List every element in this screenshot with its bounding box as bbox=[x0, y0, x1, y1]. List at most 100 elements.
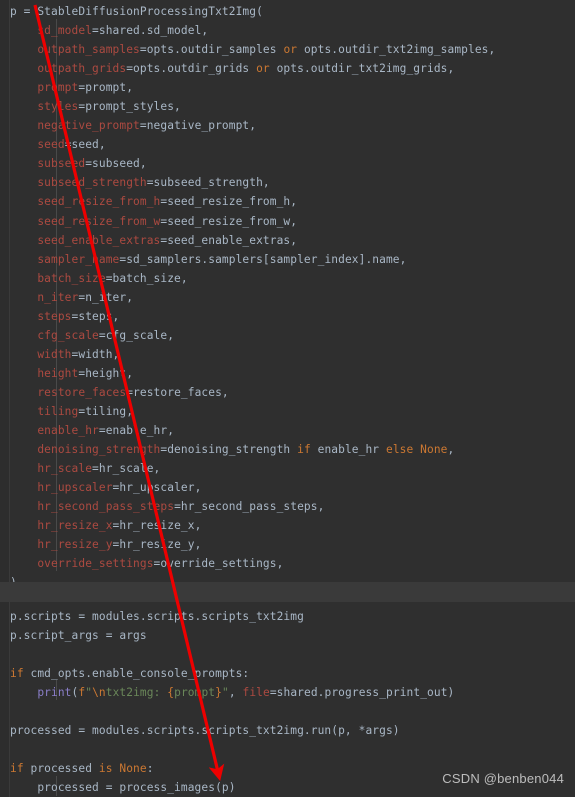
code-token: opts.outdir_txt2img_grids, bbox=[269, 62, 455, 76]
code-token-kwarg: enable_hr bbox=[37, 424, 99, 438]
code-token-kwarg: denoising_strength bbox=[37, 443, 161, 457]
code-token-kwarg: seed_resize_from_w bbox=[37, 214, 161, 228]
code-token-kwarg: seed_resize_from_h bbox=[37, 195, 161, 209]
code-line: seed_resize_from_h=seed_resize_from_h, bbox=[10, 192, 575, 211]
code-line: cfg_scale=cfg_scale, bbox=[10, 326, 575, 345]
code-line: steps=steps, bbox=[10, 307, 575, 326]
code-token: =n_iter, bbox=[78, 290, 134, 304]
code-token: , bbox=[447, 443, 455, 457]
code-line: processed = modules.scripts.scripts_txt2… bbox=[10, 721, 575, 740]
code-token-kwarg: tiling bbox=[37, 404, 79, 418]
code-line: hr_second_pass_steps=hr_second_pass_step… bbox=[10, 497, 575, 516]
code-token: =prompt, bbox=[78, 81, 134, 95]
code-line: negative_prompt=negative_prompt, bbox=[10, 116, 575, 135]
code-token-kwarg: batch_size bbox=[37, 271, 106, 285]
code-line: override_settings=override_settings, bbox=[10, 554, 575, 573]
code-token-kwarg: subseed_strength bbox=[37, 176, 147, 190]
code-token: processed = process_images(p) bbox=[10, 781, 236, 795]
code-token: p = StableDiffusionProcessingTxt2Img( bbox=[10, 5, 263, 18]
code-line: seed_enable_extras=seed_enable_extras, bbox=[10, 231, 575, 250]
code-token-kwarg: file bbox=[242, 686, 270, 700]
code-token: =prompt_styles, bbox=[78, 100, 181, 114]
code-token: , bbox=[228, 686, 243, 700]
code-text-bottom[interactable]: p.scripts = modules.scripts.scripts_txt2… bbox=[10, 602, 575, 797]
code-token: =hr_second_pass_steps, bbox=[174, 500, 325, 514]
code-token-kwarg: n_iter bbox=[37, 290, 79, 304]
code-token: =width, bbox=[71, 347, 120, 361]
code-token-escape: \n bbox=[92, 686, 106, 700]
code-line: print(f"\ntxt2img: {prompt}", file=share… bbox=[10, 683, 575, 702]
code-line: width=width, bbox=[10, 345, 575, 364]
code-token-kwarg: hr_scale bbox=[37, 462, 93, 476]
code-line: outpath_grids=opts.outdir_grids or opts.… bbox=[10, 59, 575, 78]
code-token: =seed_resize_from_h, bbox=[160, 195, 298, 209]
code-token: =shared.progress_print_out) bbox=[269, 686, 455, 700]
code-line: hr_upscaler=hr_upscaler, bbox=[10, 478, 575, 497]
code-token-kwarg: hr_resize_y bbox=[37, 538, 113, 552]
code-line: sampler_name=sd_samplers.samplers[sample… bbox=[10, 250, 575, 269]
code-token-keyword: or bbox=[283, 43, 298, 57]
code-screenshot: p = StableDiffusionProcessingTxt2Img( sd… bbox=[0, 0, 575, 797]
editor-gutter-bottom bbox=[0, 602, 10, 797]
code-token: : bbox=[146, 762, 154, 776]
code-token: =override_settings, bbox=[153, 557, 284, 571]
code-token: =cfg_scale, bbox=[98, 328, 175, 342]
code-token: =hr_resize_y, bbox=[112, 538, 202, 552]
code-token-keyword: or bbox=[256, 62, 270, 76]
code-line: subseed_strength=subseed_strength, bbox=[10, 173, 575, 192]
watermark-text: CSDN @benben044 bbox=[442, 771, 564, 786]
code-line: n_iter=n_iter, bbox=[10, 288, 575, 307]
code-token: =shared.sd_model, bbox=[92, 24, 209, 38]
code-token-string: " bbox=[221, 686, 229, 700]
code-line: if cmd_opts.enable_console_prompts: bbox=[10, 664, 575, 683]
code-token-kwarg: subseed bbox=[37, 157, 86, 171]
code-token-keyword: if bbox=[10, 762, 24, 776]
code-token: =opts.outdir_samples bbox=[139, 43, 284, 57]
code-line: hr_resize_y=hr_resize_y, bbox=[10, 535, 575, 554]
code-token-function: print bbox=[37, 686, 72, 700]
code-token-kwarg: hr_second_pass_steps bbox=[37, 500, 175, 514]
code-token: =denoising_strength bbox=[160, 443, 298, 457]
code-token-string: prompt bbox=[174, 686, 216, 700]
code-line: p.scripts = modules.scripts.scripts_txt2… bbox=[10, 607, 575, 626]
code-token: p.script_args = args bbox=[10, 629, 147, 643]
code-token-kwarg: styles bbox=[37, 100, 79, 114]
code-token-kwarg: outpath_grids bbox=[37, 62, 127, 76]
code-line: sd_model=shared.sd_model, bbox=[10, 21, 575, 40]
code-token-keyword: if bbox=[297, 443, 311, 457]
pane-separator bbox=[0, 582, 575, 602]
code-line: seed=seed, bbox=[10, 135, 575, 154]
code-token: =negative_prompt, bbox=[139, 119, 257, 133]
code-token: =opts.outdir_grids bbox=[126, 62, 257, 76]
code-token: =hr_resize_x, bbox=[112, 519, 202, 533]
code-token: =tiling, bbox=[78, 404, 134, 418]
code-token: =hr_upscaler, bbox=[112, 481, 202, 495]
code-pane-bottom[interactable]: p.scripts = modules.scripts.scripts_txt2… bbox=[0, 602, 575, 797]
code-text-top[interactable]: p = StableDiffusionProcessingTxt2Img( sd… bbox=[10, 0, 575, 589]
code-token-keyword: if bbox=[10, 667, 24, 681]
code-token-kwarg: sampler_name bbox=[37, 252, 120, 266]
code-token: =steps, bbox=[71, 309, 120, 323]
code-token: =restore_faces, bbox=[126, 385, 229, 399]
code-token-kwarg: cfg_scale bbox=[37, 328, 99, 342]
code-line: p = StableDiffusionProcessingTxt2Img( bbox=[10, 2, 575, 21]
code-line: tiling=tiling, bbox=[10, 402, 575, 421]
editor-gutter-top bbox=[0, 0, 10, 582]
code-token-keyword: else bbox=[385, 443, 414, 457]
code-token-kwarg: seed_enable_extras bbox=[37, 233, 161, 247]
code-token: =batch_size, bbox=[105, 271, 188, 285]
code-token: =seed, bbox=[64, 138, 106, 152]
code-token: =hr_scale, bbox=[92, 462, 161, 476]
code-line: hr_resize_x=hr_resize_x, bbox=[10, 516, 575, 535]
code-pane-top[interactable]: p = StableDiffusionProcessingTxt2Img( sd… bbox=[0, 0, 575, 589]
code-token-kwarg: negative_prompt bbox=[37, 119, 140, 133]
code-token-kwarg: prompt bbox=[37, 81, 79, 95]
code-token: processed bbox=[23, 762, 99, 776]
code-token: =seed_resize_from_w, bbox=[160, 214, 298, 228]
code-token-kwarg: steps bbox=[37, 309, 72, 323]
code-line: enable_hr=enable_hr, bbox=[10, 421, 575, 440]
code-token: processed = modules.scripts.scripts_txt2… bbox=[10, 724, 400, 738]
